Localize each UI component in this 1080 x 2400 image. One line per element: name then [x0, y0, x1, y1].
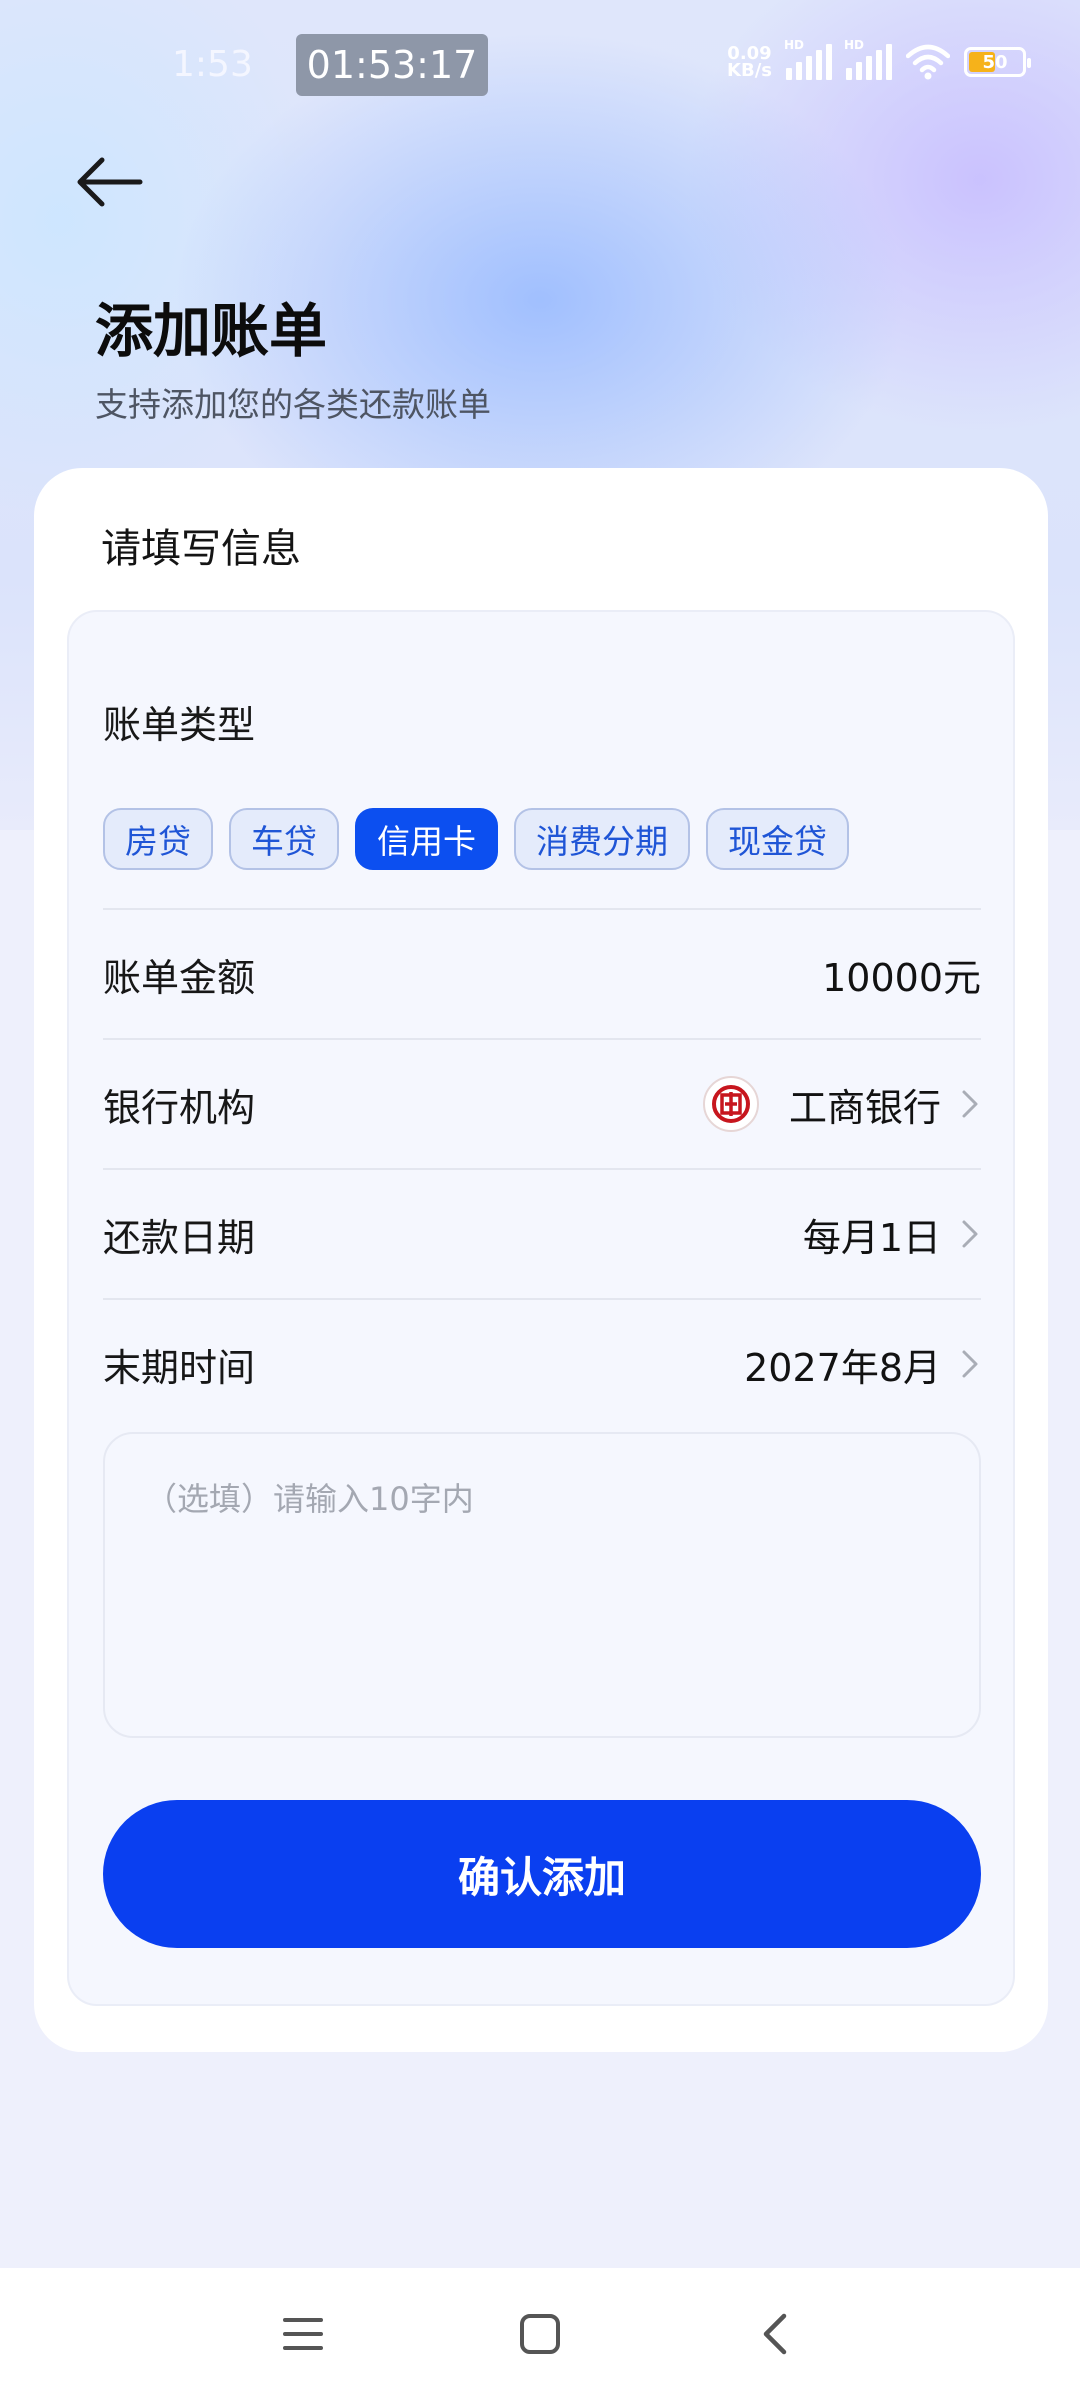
signal-icon-2: HD	[844, 38, 892, 80]
chip-car-loan[interactable]: 车贷	[229, 808, 339, 870]
card-title: 请填写信息	[101, 526, 301, 572]
chevron-right-icon	[962, 1220, 978, 1248]
network-speed: 0.09 KB/s	[727, 45, 772, 81]
page-title: 添加账单	[95, 297, 328, 365]
home-button[interactable]	[510, 2304, 570, 2364]
bank-value: 工商银行	[788, 1085, 941, 1130]
back-chevron-icon	[763, 2313, 787, 2355]
navigation-bar	[0, 2268, 1080, 2400]
floating-clock: 01:53:17	[296, 34, 488, 96]
end-time-value: 2027年8月	[744, 1345, 941, 1390]
note-field-box	[103, 1432, 981, 1738]
status-icons: 0.09 KB/s HD HD 50	[727, 38, 1031, 81]
form-panel: 账单类型 房贷 车贷 信用卡 消费分期 现金贷 账单金额 10000元 银行机构	[67, 610, 1015, 2006]
chevron-right-icon	[962, 1350, 978, 1378]
battery-icon: 50	[964, 47, 1031, 77]
add-bill-page: 1:53 01:53:17 0.09 KB/s HD HD 50 添加账单 支持…	[0, 0, 1080, 2400]
repay-date-row[interactable]: 还款日期 每月1日	[103, 1168, 981, 1298]
end-time-label: 末期时间	[103, 1345, 256, 1390]
network-speed-unit: KB/s	[727, 60, 772, 81]
amount-row[interactable]: 账单金额 10000元	[103, 908, 981, 1038]
chevron-right-icon	[962, 1090, 978, 1118]
battery-level: 50	[982, 51, 1008, 73]
bill-type-chips: 房贷 车贷 信用卡 消费分期 现金贷	[103, 808, 849, 870]
note-input[interactable]	[105, 1434, 979, 1736]
wifi-icon	[906, 44, 950, 80]
amount-label: 账单金额	[103, 955, 256, 1000]
icbc-logo-icon	[702, 1076, 759, 1132]
bank-label: 银行机构	[103, 1085, 256, 1130]
chip-cash-loan[interactable]: 现金贷	[706, 808, 849, 870]
bank-row[interactable]: 银行机构 工商银行	[103, 1038, 981, 1168]
nav-back-button[interactable]	[745, 2304, 805, 2364]
repay-date-value: 每月1日	[802, 1215, 941, 1260]
amount-value-wrap: 10000元	[822, 947, 981, 1002]
bill-type-label: 账单类型	[103, 703, 256, 747]
signal-hd-label-2: HD	[844, 38, 865, 52]
page-subtitle: 支持添加您的各类还款账单	[95, 385, 491, 424]
chip-mortgage[interactable]: 房贷	[103, 808, 213, 870]
chip-credit-card[interactable]: 信用卡	[355, 808, 498, 870]
confirm-add-button[interactable]: 确认添加	[103, 1800, 981, 1948]
status-bar: 1:53 01:53:17 0.09 KB/s HD HD 50	[0, 0, 1080, 130]
status-time: 1:53	[172, 44, 253, 85]
signal-icon: HD	[784, 38, 832, 80]
arrow-left-icon	[77, 157, 143, 207]
chip-installment[interactable]: 消费分期	[514, 808, 690, 870]
bank-value-wrap: 工商银行	[702, 1076, 981, 1132]
signal-hd-label: HD	[784, 38, 805, 52]
back-button[interactable]	[70, 150, 150, 214]
end-time-value-wrap: 2027年8月	[744, 1337, 981, 1392]
menu-icon	[283, 2318, 323, 2350]
form-card: 请填写信息 账单类型 房贷 车贷 信用卡 消费分期 现金贷 账单金额 10000…	[34, 468, 1048, 2052]
repay-date-label: 还款日期	[103, 1215, 256, 1260]
amount-value: 10000元	[822, 955, 981, 1000]
repay-date-value-wrap: 每月1日	[803, 1207, 981, 1262]
home-square-icon	[520, 2314, 560, 2354]
recent-apps-button[interactable]	[273, 2304, 333, 2364]
end-time-row[interactable]: 末期时间 2027年8月	[103, 1298, 981, 1428]
